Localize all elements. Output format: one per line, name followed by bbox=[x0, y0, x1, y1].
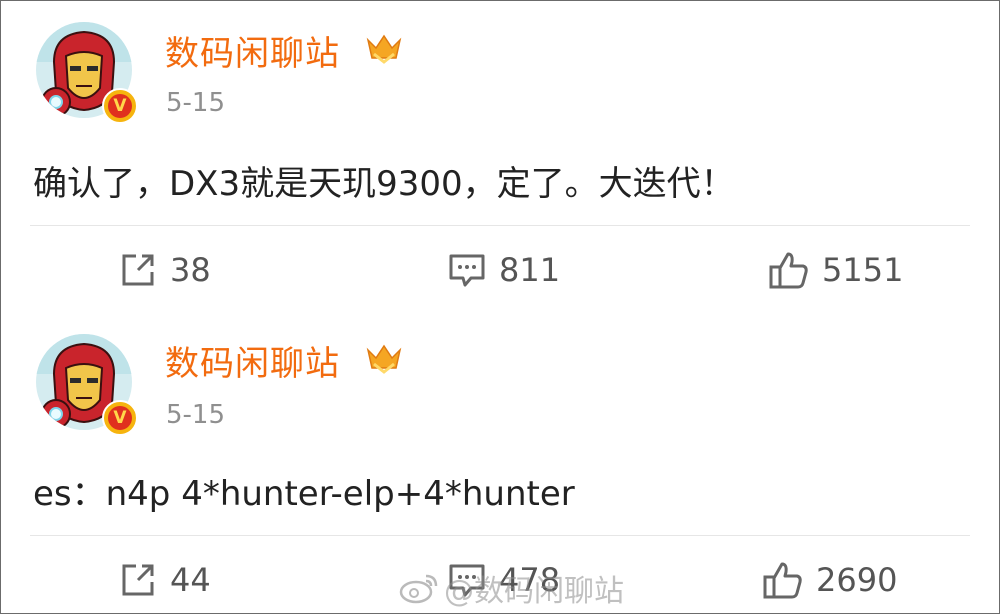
post-text: 确认了，DX3就是天玑9300，定了。大迭代！ bbox=[33, 164, 735, 204]
post-date: 5-15 bbox=[166, 88, 226, 118]
verified-badge-label: V bbox=[108, 406, 132, 430]
username[interactable]: 数码闲聊站 bbox=[165, 26, 340, 75]
like-count: 2690 bbox=[816, 561, 898, 599]
thumbs-up-icon bbox=[769, 252, 808, 289]
share-icon bbox=[122, 564, 154, 596]
post-card: V 数码闲聊站 5-15 确认了，DX3就是天玑9300，定了。大迭代！ 38 … bbox=[0, 0, 1000, 310]
like-button[interactable]: 5151 bbox=[768, 250, 903, 290]
divider bbox=[30, 535, 970, 536]
verified-badge: V bbox=[102, 400, 138, 436]
comment-count: 811 bbox=[499, 251, 561, 289]
comment-button[interactable]: 811 bbox=[447, 250, 560, 290]
repost-button[interactable]: 44 bbox=[118, 560, 211, 600]
repost-count: 44 bbox=[170, 561, 211, 599]
watermark: @数码闲聊站 bbox=[398, 566, 624, 610]
like-button[interactable]: 2690 bbox=[762, 560, 897, 600]
watermark-text: @数码闲聊站 bbox=[444, 574, 624, 609]
comment-icon bbox=[449, 254, 485, 287]
crown-level-icon bbox=[366, 344, 402, 374]
verified-badge-label: V bbox=[108, 94, 132, 118]
share-icon bbox=[122, 254, 154, 286]
thumbs-up-icon bbox=[763, 562, 802, 599]
verified-badge: V bbox=[102, 88, 138, 124]
like-count: 5151 bbox=[822, 251, 904, 289]
crown-level-icon bbox=[366, 34, 402, 64]
post-text: es：n4p 4*hunter-elp+4*hunter bbox=[33, 474, 575, 514]
repost-count: 38 bbox=[170, 251, 211, 289]
repost-button[interactable]: 38 bbox=[118, 250, 211, 290]
post-date: 5-15 bbox=[166, 400, 226, 430]
weibo-logo-icon bbox=[399, 574, 438, 604]
username[interactable]: 数码闲聊站 bbox=[165, 336, 340, 385]
divider bbox=[30, 225, 970, 226]
